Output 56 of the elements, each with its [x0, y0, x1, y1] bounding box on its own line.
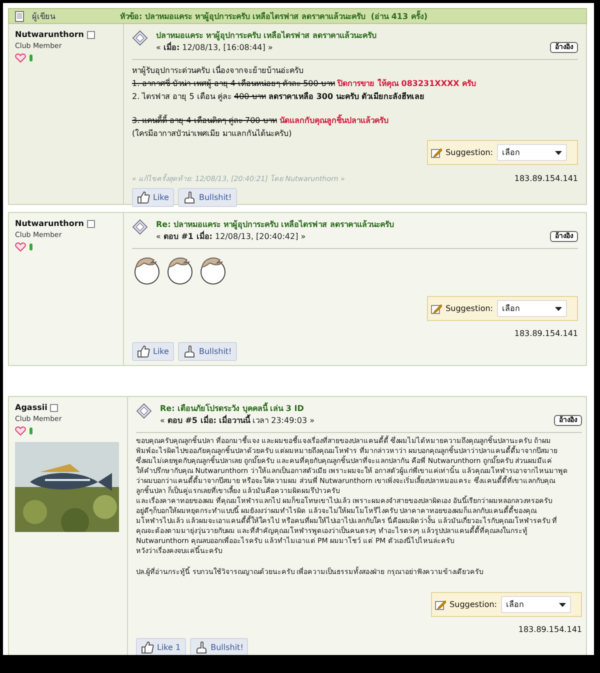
post-date: « เมื่อ: 12/08/13, [16:08:44] »	[156, 42, 274, 53]
emoticon-icon	[198, 255, 228, 285]
heart-icon	[15, 242, 26, 252]
bullshit-button[interactable]: Bullshit!	[178, 342, 237, 361]
post-text: 1. อากาศซี่ บัวน่า เพศผู้ อายุ 4 เดือนหน่อยๆ ตัวละ 500 บาท ปิดการขาย ให้คุณ 083231XXXX ครับ	[132, 77, 478, 90]
suggestion-label: Suggestion:	[446, 304, 493, 313]
bullshit-button[interactable]: Bullshit!	[178, 188, 237, 207]
post-title[interactable]: Re: ปลาหมอแคระ หาผู้อุปการะครับ เหลือไตรฟาส ลดราคาแล้วนะครับ	[156, 219, 542, 231]
post-icon	[136, 403, 152, 419]
dropdown-arrow-icon	[559, 602, 566, 606]
pencil-icon	[430, 147, 442, 158]
ip-address: 183.89.154.141	[518, 625, 582, 634]
post-title[interactable]: ปลาหมอแคระ หาผู้อุปการะครับ เหลือไตรฟาส ลดราคาแล้วนะครับ	[156, 30, 542, 42]
thumbs-up-icon	[137, 345, 150, 358]
hand-icon	[182, 191, 196, 204]
hand-icon	[194, 641, 208, 654]
thumbs-up-icon	[137, 191, 150, 204]
heart-icon	[15, 53, 26, 63]
bullshit-button[interactable]: Bullshit!	[190, 638, 248, 655]
like-button[interactable]: Like	[132, 188, 174, 207]
ip-address: 183.89.154.141	[514, 174, 578, 183]
dropdown-arrow-icon	[555, 306, 562, 310]
suggestion-label: Suggestion:	[446, 148, 493, 157]
status-icon	[50, 404, 58, 412]
post-icon	[132, 219, 148, 235]
like-button[interactable]: Like 1	[136, 638, 186, 655]
suggestion-dropdown[interactable]: เลือก	[501, 596, 571, 613]
pencil-icon	[434, 599, 446, 610]
emoticon-icon	[132, 255, 162, 285]
status-icon	[87, 30, 95, 38]
column-label: ผู้เขียน	[32, 10, 56, 22]
author-name[interactable]: Nutwarunthorn	[15, 219, 84, 228]
document-icon	[15, 10, 24, 22]
emoticon-icon	[165, 255, 195, 285]
status-icon	[87, 220, 95, 228]
post-date: « ตอบ #1 เมื่อ: 12/08/13, [20:40:42] »	[156, 231, 307, 242]
dropdown-arrow-icon	[555, 150, 562, 154]
post-date: « ตอบ #5 เมื่อ: เมื่อวานนี้ เวลา 23:49:03 »	[160, 415, 316, 426]
hand-icon	[182, 345, 196, 358]
suggestion-label: Suggestion:	[450, 600, 497, 609]
suggestion-dropdown[interactable]: เลือก	[497, 144, 567, 161]
author-name[interactable]: Agassii	[15, 403, 48, 412]
post-icon	[132, 30, 148, 46]
post-text: หาผู้รับอุปการะด่วนครับ เนื่องจากจะย้ายบ้านอ่ะครับ	[132, 64, 305, 77]
topic-title: หัวข้อ: ปลาหมอแคระ หาผู้อุปการะครับ เหลือไตรฟาส ลดราคาแล้วนะครับ (อ่าน 413 ครั้ง)	[120, 10, 428, 22]
ip-address: 183.89.154.141	[514, 329, 578, 338]
post-text: 2. ไตรฟาส อายุ 5 เดือน คู่ละ 400 บาท ลดราคาเหลือ 300 นะครับ ตัวเมียกะลังฮีทเลย	[132, 91, 426, 103]
author-name[interactable]: Nutwarunthorn	[15, 30, 84, 39]
heart-icon	[15, 426, 26, 436]
suggestion-dropdown[interactable]: เลือก	[497, 300, 567, 317]
post-text: 3. แคนดี้ดี้ อายุ 4 เดือนติดๆ คู่ละ 700 บาท นัดแลกกับคุณลูกชิ้นปลาแล้วครับ	[132, 114, 390, 127]
pencil-icon	[430, 303, 442, 314]
like-button[interactable]: Like	[132, 342, 174, 361]
post-text: (ใครมีอากาสบัวน่าเพศเมีย มาแลกกันได้นะครับ)	[132, 128, 293, 140]
post-title[interactable]: Re: เตือนภัยโปรดระวัง บุคคลนี้ เล่น 3 ID	[160, 403, 546, 415]
thumbs-up-icon	[141, 641, 154, 654]
